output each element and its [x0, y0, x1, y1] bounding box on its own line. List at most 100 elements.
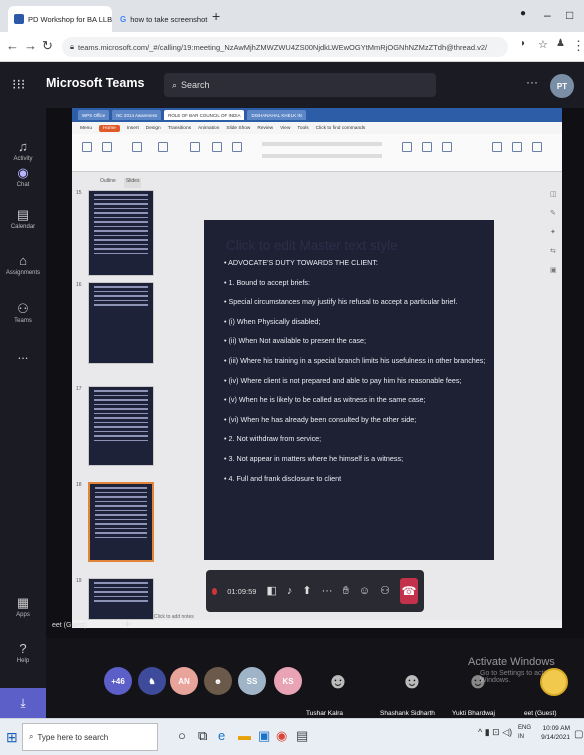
profile-icon[interactable]: ♟ [556, 38, 565, 49]
new-tab-button[interactable]: + [212, 8, 220, 24]
current-slide: Click to edit Master text style • ADVOCA… [204, 220, 494, 560]
wps-tab: ROLE OF BAR COUNCIL OF INDIA [164, 110, 245, 120]
minimize-button[interactable]: – [544, 8, 551, 22]
participant-avatar[interactable]: SS [238, 667, 266, 695]
browser-tab-pd-workshop[interactable]: PD Workshop for BA LLB 5 ● × [8, 6, 112, 32]
taskbar-clock[interactable]: 10:09 AM 9/14/2021 [528, 724, 570, 742]
wps-menu-item: View [280, 125, 291, 131]
wps-tab: WPS Office [78, 110, 110, 120]
picture-icon [442, 142, 452, 152]
rail-item-chat[interactable]: ◉ Chat [0, 166, 46, 189]
wps-menu-item: Insert [126, 125, 139, 131]
participant-avatar-image[interactable]: ☻ [204, 667, 232, 695]
more-options-icon[interactable]: ··· [526, 75, 538, 89]
reload-icon[interactable]: ↻ [42, 38, 53, 54]
add-participant-icon[interactable]: + [124, 617, 131, 631]
wps-menu-item: Design [145, 125, 161, 131]
forward-arrow-icon[interactable]: → [24, 38, 37, 53]
taskbar-search-input[interactable]: ⌕ Type here to search [22, 723, 158, 751]
recording-indicator-icon [212, 587, 218, 595]
wps-tab: NC 2014 Awareness [112, 110, 162, 120]
help-icon: ? [19, 641, 27, 656]
cortana-icon[interactable]: ○ [178, 728, 186, 743]
camera-off-icon[interactable]: ◧ [266, 585, 276, 597]
google-icon: G [120, 14, 127, 24]
back-arrow-icon[interactable]: ← [6, 38, 19, 53]
clock-time: 10:09 AM [542, 725, 570, 732]
search-icon: ⌕ [29, 732, 34, 741]
browser-menu-icon[interactable]: ⋮ [572, 38, 584, 54]
rail-item-help[interactable]: ? Help [0, 641, 46, 665]
slide-thumbnail-current [88, 482, 154, 562]
download-icon[interactable]: ⤓ [0, 688, 46, 718]
activate-windows-subtitle: Go to Settings to activate Windows. [480, 670, 559, 684]
teams-taskbar-icon[interactable]: ▤ [296, 728, 308, 744]
profile-dot-icon[interactable]: ● [520, 8, 526, 19]
wps-menu-item: Click to find commands [315, 125, 366, 131]
outline-tab: Outline [100, 178, 116, 184]
shared-screen-presentation: WPS Office NC 2014 Awareness ROLE OF BAR… [72, 108, 562, 628]
design-icon: ✎ [550, 210, 556, 217]
system-tray[interactable]: ^ ▮ ⊡ ◁) [478, 727, 512, 738]
bookmark-star-icon[interactable]: ☆ [538, 38, 548, 51]
address-bar[interactable]: 🔒︎ teams.microsoft.com/_#/calling/19:mee… [62, 37, 508, 57]
participant-avatar[interactable]: AN [170, 667, 198, 695]
self-avatar[interactable] [540, 668, 568, 696]
rail-item-apps[interactable]: ▦ Apps [0, 596, 46, 619]
bell-icon: ♫ [18, 139, 28, 154]
edge-icon[interactable]: e [218, 728, 225, 743]
slide-thumbnail [88, 190, 154, 276]
store-icon[interactable]: ▣ [258, 728, 270, 744]
leave-call-button[interactable]: ☎︎ [399, 578, 418, 604]
rail-item-activity[interactable]: ♫ Activity [0, 139, 46, 163]
more-actions-icon[interactable]: ··· [322, 585, 333, 597]
maximize-button[interactable]: □ [566, 8, 573, 22]
slide-bullet: • (iii) Where his training in a special … [224, 355, 486, 365]
participant-name: eet (Guest) [524, 710, 557, 717]
participant-name: Tushar Kalra [306, 710, 343, 717]
paste-icon [82, 142, 92, 152]
raise-hand-icon[interactable]: ✋︎ [343, 585, 349, 597]
rail-item-more[interactable]: ... [0, 348, 46, 362]
browser-tab-screenshot[interactable]: G how to take screenshot in windo × [114, 6, 208, 32]
wps-tab: DISHANAHAL KHELK IN [247, 110, 306, 120]
search-input[interactable]: ⌕ Search [164, 73, 436, 97]
teams-favicon-icon [14, 14, 24, 24]
notification-icon[interactable]: ▢ [574, 729, 583, 740]
participant-tile-photo[interactable]: ☻ [318, 660, 358, 702]
wps-tab-bar: WPS Office NC 2014 Awareness ROLE OF BAR… [72, 108, 562, 122]
slides-tab: Slides [123, 178, 142, 188]
cut-icon [102, 142, 112, 152]
share-screen-icon[interactable]: ⬆ [302, 585, 311, 597]
teams-left-rail: ♫ Activity ◉ Chat ▤ Calendar ⌂ Assignmen… [0, 108, 46, 688]
participant-avatar-image[interactable]: ♞ [138, 667, 166, 695]
teams-header: ⁝⁝⁝ Microsoft Teams ⌕ Search ··· PT [0, 62, 584, 108]
chrome-icon[interactable]: ◉ [276, 728, 287, 744]
participant-tile-photo[interactable]: ☻ [392, 660, 432, 702]
paragraph-row [262, 154, 382, 158]
wps-menu-item: Review [257, 125, 274, 131]
participant-overflow-badge[interactable]: +46 [104, 667, 132, 695]
file-explorer-icon[interactable]: ▬ [238, 728, 251, 743]
taskbar-search-placeholder: Type here to search [37, 732, 109, 742]
chat-icon[interactable]: ☺ [359, 585, 370, 597]
rail-item-calendar[interactable]: ▤ Calendar [0, 208, 46, 231]
wps-status-bar [72, 620, 562, 628]
teams-icon: ⚇ [17, 301, 29, 316]
settings-icon [532, 142, 542, 152]
more-icon: ... [17, 347, 29, 362]
user-avatar[interactable]: PT [550, 74, 574, 98]
rail-item-teams[interactable]: ⚇ Teams [0, 301, 46, 325]
extension-icon[interactable]: ◗ [520, 38, 526, 49]
mic-off-icon[interactable]: ♪ [287, 585, 293, 597]
slide-bullet: • 4. Full and frank disclosure to client [224, 473, 342, 483]
app-launcher-icon[interactable]: ⁝⁝⁝ [12, 76, 25, 93]
wps-menu-bar: Menu Home Insert Design Transitions Anim… [72, 122, 562, 134]
rail-item-assignments[interactable]: ⌂ Assignments [0, 254, 46, 277]
participant-avatar[interactable]: KS [274, 667, 302, 695]
slide-thumbnail [88, 386, 154, 466]
participants-icon[interactable]: ⚇ [380, 585, 390, 597]
task-view-icon[interactable]: ⧉ [198, 728, 207, 744]
windows-start-icon[interactable]: ⊞ [6, 729, 18, 746]
slide-number: 16 [76, 282, 82, 288]
